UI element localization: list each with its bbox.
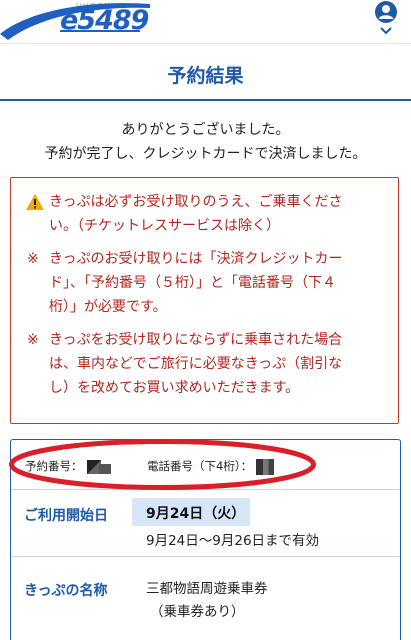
page-title-bar: 予約結果 <box>0 45 411 101</box>
validity-range: 9月24日～9月26日まで有効 <box>146 533 320 549</box>
thanks-line: ありがとうございました。 <box>121 122 290 138</box>
logo-text: e5489 <box>60 5 149 36</box>
account-menu[interactable] <box>371 0 401 38</box>
completion-message: ありがとうございました。 予約が完了し、クレジットカードで決済しました。 <box>0 118 411 166</box>
warning-icon <box>26 194 44 210</box>
user-account-icon <box>375 1 397 35</box>
ticket-name-label: きっぷの名称 <box>24 583 108 599</box>
notice-box: きっぷは必ずお受け取りのうえ、ご乗車くださ い。（チケットレスサービスは除く） … <box>10 177 399 424</box>
ticket-name-value: 三都物語周遊乗車券 <box>146 581 268 597</box>
highlight-circle-annotation <box>9 439 316 490</box>
warning-notice: きっぷは必ずお受け取りのうえ、ご乗車くださ い。（チケットレスサービスは除く） <box>25 190 386 238</box>
unclaimed-ticket-note: ※ きっぷをお受け取りにならずに乗車された場合 は、車内などでご旅行に必要なきっ… <box>25 328 386 400</box>
ticket-name-note: （乗車券あり） <box>150 604 245 620</box>
app-header: いいつこはやく e5489 <box>0 0 411 44</box>
completion-line: 予約が完了し、クレジットカードで決済しました。 <box>44 146 367 162</box>
note-mark: ※ <box>27 332 39 348</box>
e5489-logo[interactable]: いいつこはやく e5489 <box>0 0 150 40</box>
start-date-label: ご利用開始日 <box>24 508 108 524</box>
warning-text-2: い。（チケットレスサービスは除く） <box>49 218 280 234</box>
note1-text-1: きっぷのお受け取りには「決済クレジットカー <box>49 251 343 267</box>
row-divider <box>11 556 400 557</box>
note2-text-3: し）を改めてお買い求めいただきます。 <box>49 380 300 396</box>
note1-text-2: ド」、「予約番号（５桁）」と「電話番号（下４ <box>49 275 336 291</box>
note1-text-3: 桁）」が必要です。 <box>49 299 167 315</box>
note2-text-2: は、車内などでご旅行に必要なきっぷ（割引な <box>49 356 343 372</box>
pickup-requirements-note: ※ きっぷのお受け取りには「決済クレジットカー ド」、「予約番号（５桁）」と「電… <box>25 247 386 319</box>
note2-text-1: きっぷをお受け取りにならずに乗車された場合 <box>49 332 343 348</box>
start-date-value: 9月24日（火） <box>146 506 246 522</box>
page-title: 予約結果 <box>167 65 244 87</box>
note-mark: ※ <box>27 251 39 267</box>
warning-text-1: きっぷは必ずお受け取りのうえ、ご乗車くださ <box>49 194 343 210</box>
